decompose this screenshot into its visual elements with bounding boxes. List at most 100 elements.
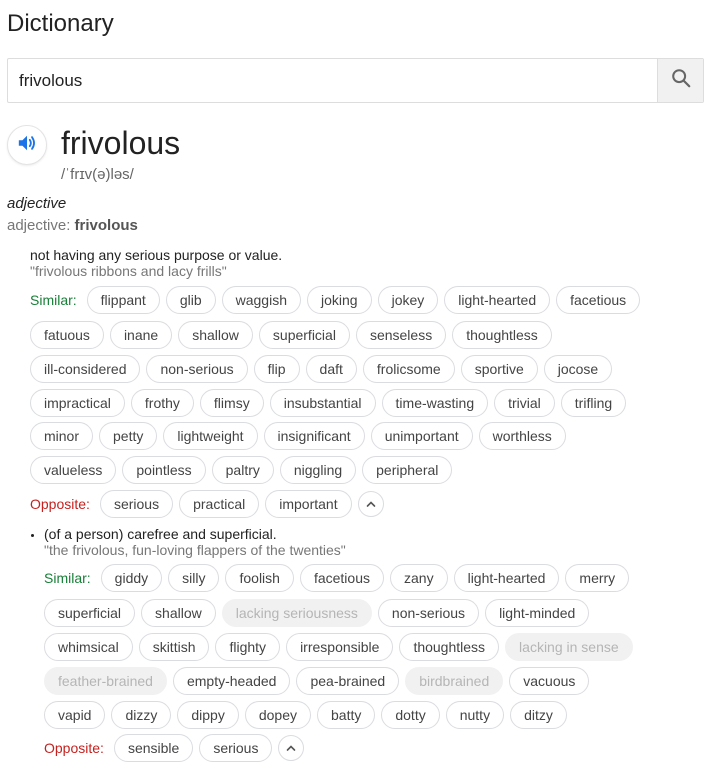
word-chip[interactable]: irresponsible (286, 633, 394, 661)
chevron-up-icon (366, 501, 375, 507)
example: "the frivolous, fun-loving flappers of t… (44, 542, 346, 558)
word-chip[interactable]: batty (317, 701, 376, 729)
pos-word: frivolous (74, 217, 138, 234)
word-chip[interactable]: flippant (86, 286, 160, 314)
word-chip[interactable]: ill-considered (30, 355, 141, 383)
similar-row: fatuous inane shallow superficial senseless t… (30, 321, 552, 349)
word-chip[interactable]: senseless (355, 321, 447, 349)
word-chip[interactable]: impractical (30, 389, 125, 417)
word-chip[interactable]: merry (565, 564, 630, 592)
word-chip[interactable]: light-hearted (444, 286, 551, 314)
word-chip[interactable]: giddy (100, 564, 163, 592)
word-chip[interactable]: jocose (543, 355, 613, 383)
word-chip[interactable]: nutty (445, 701, 505, 729)
word-chip[interactable]: petty (99, 422, 158, 450)
word-chip[interactable]: fatuous (30, 321, 104, 349)
similar-label: Similar: (30, 292, 77, 308)
word-chip[interactable]: insubstantial (269, 389, 376, 417)
word-chip[interactable]: thoughtless (452, 321, 552, 349)
word-chip[interactable]: birdbrained (405, 667, 504, 695)
word-chip[interactable]: flip (253, 355, 300, 383)
bullet (31, 534, 34, 537)
word-chip[interactable]: glib (165, 286, 216, 314)
word-chip[interactable]: inane (109, 321, 173, 349)
search-input[interactable] (8, 59, 657, 102)
word-chip[interactable]: dopey (244, 701, 311, 729)
part-of-speech-line: adjective: frivolous (7, 217, 138, 234)
word-chip[interactable]: worthless (478, 422, 566, 450)
part-of-speech: adjective (7, 195, 67, 212)
word-chip[interactable]: unimportant (370, 422, 473, 450)
word-chip[interactable]: light-minded (485, 599, 590, 627)
word-chip[interactable]: foolish (225, 564, 294, 592)
headword: frivolous (61, 125, 181, 161)
word-chip[interactable]: dippy (177, 701, 239, 729)
similar-row: impractical frothy flimsy insubstantial time… (30, 389, 627, 417)
word-chip[interactable]: joking (307, 286, 372, 314)
similar-row: superficial shallow lacking seriousness non… (44, 599, 590, 627)
word-chip[interactable]: sportive (460, 355, 538, 383)
word-chip[interactable]: dotty (381, 701, 440, 729)
word-chip[interactable]: practical (179, 490, 260, 518)
word-chip[interactable]: empty-headed (172, 667, 291, 695)
search-box (7, 58, 704, 103)
similar-row: vapid dizzy dippy dopey batty dotty nutty ditzy (44, 701, 567, 729)
collapse-button[interactable] (278, 735, 305, 761)
word-chip[interactable]: flighty (215, 633, 281, 661)
word-chip[interactable]: frothy (130, 389, 194, 417)
word-chip[interactable]: superficial (258, 321, 350, 349)
word-chip[interactable]: important (265, 490, 352, 518)
word-chip[interactable]: serious (199, 734, 273, 762)
similar-row: valueless pointless paltry niggling peripher… (30, 456, 453, 484)
word-chip[interactable]: pointless (122, 456, 206, 484)
word-chip[interactable]: lightweight (163, 422, 258, 450)
word-chip[interactable]: lacking in sense (505, 633, 633, 661)
word-chip[interactable]: superficial (44, 599, 136, 627)
opposite-label: Opposite: (30, 496, 90, 512)
word-chip[interactable]: daft (305, 355, 357, 383)
word-chip[interactable]: peripheral (362, 456, 453, 484)
word-chip[interactable]: flimsy (199, 389, 264, 417)
word-chip[interactable]: time-wasting (381, 389, 489, 417)
word-chip[interactable]: light-hearted (453, 564, 560, 592)
word-chip[interactable]: paltry (211, 456, 274, 484)
word-chip[interactable]: ditzy (510, 701, 567, 729)
word-chip[interactable]: whimsical (44, 633, 133, 661)
word-chip[interactable]: skittish (138, 633, 210, 661)
opposite-row: Opposite: serious practical important (30, 490, 384, 518)
speaker-icon (16, 133, 38, 158)
word-chip[interactable]: minor (30, 422, 94, 450)
word-chip[interactable]: trivial (494, 389, 555, 417)
word-chip[interactable]: thoughtless (399, 633, 500, 661)
word-chip[interactable]: lacking seriousness (221, 599, 372, 627)
word-chip[interactable]: zany (390, 564, 448, 592)
word-chip[interactable]: shallow (141, 599, 216, 627)
word-chip[interactable]: sensible (113, 734, 194, 762)
similar-row: Similar: flippant glib waggish joking jokey li… (30, 286, 641, 314)
word-chip[interactable]: insignificant (263, 422, 365, 450)
word-chip[interactable]: jokey (377, 286, 439, 314)
similar-row: feather-brained empty-headed pea-brained bi… (44, 667, 590, 695)
word-chip[interactable]: non-serious (377, 599, 480, 627)
word-chip[interactable]: serious (99, 490, 174, 518)
search-button[interactable] (657, 59, 703, 102)
similar-row: ill-considered non-serious flip daft frolics… (30, 355, 613, 383)
word-chip[interactable]: trifling (560, 389, 627, 417)
collapse-button[interactable] (357, 491, 384, 517)
word-chip[interactable]: vacuous (509, 667, 590, 695)
word-chip[interactable]: niggling (279, 456, 357, 484)
pronunciation-button[interactable] (7, 125, 47, 165)
word-chip[interactable]: waggish (221, 286, 301, 314)
word-chip[interactable]: silly (168, 564, 220, 592)
word-chip[interactable]: valueless (30, 456, 117, 484)
word-chip[interactable]: facetious (299, 564, 384, 592)
example: "frivolous ribbons and lacy frills" (30, 263, 227, 279)
word-chip[interactable]: dizzy (111, 701, 172, 729)
word-chip[interactable]: pea-brained (296, 667, 400, 695)
word-chip[interactable]: vapid (44, 701, 106, 729)
word-chip[interactable]: frolicsome (362, 355, 455, 383)
word-chip[interactable]: non-serious (146, 355, 248, 383)
word-chip[interactable]: facetious (556, 286, 641, 314)
word-chip[interactable]: shallow (178, 321, 253, 349)
word-chip[interactable]: feather-brained (44, 667, 167, 695)
